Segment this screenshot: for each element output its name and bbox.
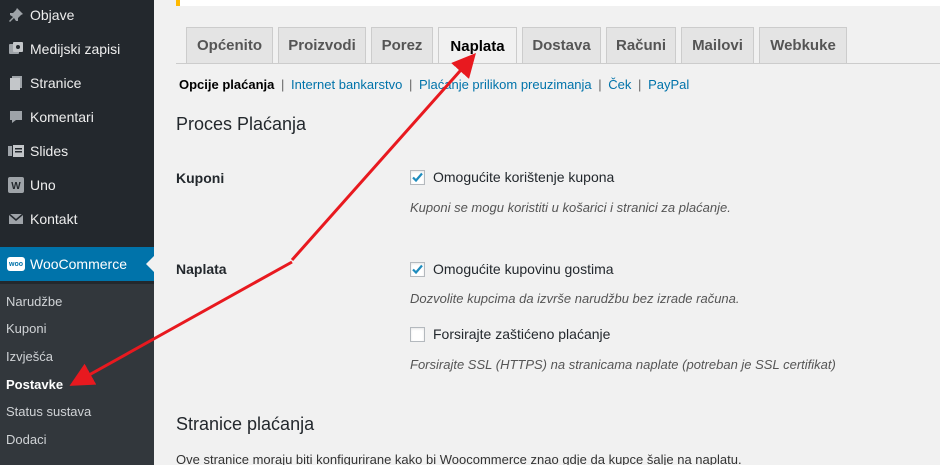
woocommerce-icon: woo [0, 257, 30, 271]
submenu-item-status-sustava[interactable]: Status sustava [6, 404, 91, 419]
tab-porez[interactable]: Porez [371, 27, 433, 63]
submenu-item-postavke[interactable]: Postavke [6, 377, 63, 392]
menu-item-stranice[interactable]: Stranice [0, 66, 154, 100]
media-icon [0, 41, 30, 57]
tab-mailovi[interactable]: Mailovi [681, 27, 754, 63]
svg-text:W: W [11, 181, 21, 192]
menu-item-uno[interactable]: W Uno [0, 168, 154, 202]
pages-icon [0, 75, 30, 91]
option-enable-coupons: Omogućite korištenje kupona [410, 169, 614, 185]
menu-item-medijski-zapisi[interactable]: Medijski zapisi [0, 32, 154, 66]
checkbox-guest-checkout[interactable] [410, 261, 425, 277]
option-label: Forsirajte zaštićeno plaćanje [433, 326, 611, 342]
description-coupons: Kuponi se mogu koristiti u košarici i st… [410, 200, 731, 215]
subsection-internet-bankarstvo[interactable]: Internet bankarstvo [291, 77, 402, 92]
option-label: Omogućite kupovinu gostima [433, 261, 614, 277]
separator: | [281, 77, 285, 92]
subsection-opcije-placanja[interactable]: Opcije plaćanja [179, 77, 274, 92]
slides-icon [0, 143, 30, 159]
separator: | [638, 77, 642, 92]
option-force-ssl: Forsirajte zaštićeno plaćanje [410, 326, 610, 342]
menu-item-komentari[interactable]: Komentari [0, 100, 154, 134]
pin-icon [0, 7, 30, 23]
field-label-kuponi: Kuponi [176, 170, 225, 186]
field-label-naplata: Naplata [176, 261, 227, 277]
submenu-item-narudzbe[interactable]: Narudžbe [6, 294, 62, 309]
menu-item-woocommerce[interactable]: woo WooCommerce [0, 247, 155, 281]
tab-dostava[interactable]: Dostava [522, 27, 601, 63]
notice-edge [176, 0, 940, 6]
current-menu-arrow [146, 255, 155, 273]
option-label: Omogućite korištenje kupona [433, 169, 615, 185]
comment-icon [0, 109, 30, 125]
separator: | [598, 77, 602, 92]
tab-opcenito[interactable]: Općenito [186, 27, 273, 63]
submenu-item-dodaci[interactable]: Dodaci [6, 432, 46, 447]
admin-sidebar: Objave Medijski zapisi Stranice Komentar… [0, 0, 155, 465]
envelope-icon [0, 211, 30, 227]
description-force-ssl: Forsirajte SSL (HTTPS) na stranicama nap… [410, 357, 836, 372]
subsection-nav: Opcije plaćanja | Internet bankarstvo | … [179, 77, 689, 92]
submenu-item-kuponi[interactable]: Kuponi [6, 321, 46, 336]
woocommerce-submenu: Narudžbe Kuponi Izvješća Postavke Status… [0, 284, 154, 465]
description-guest-checkout: Dozvolite kupcima da izvrše narudžbu bez… [410, 291, 740, 306]
option-guest-checkout: Omogućite kupovinu gostima [410, 261, 614, 277]
pages-intro-text: Ove stranice moraju biti konfigurirane k… [176, 452, 742, 465]
menu-item-kontakt[interactable]: Kontakt [0, 202, 154, 236]
w-icon: W [0, 177, 30, 193]
tab-webkuke[interactable]: Webkuke [759, 27, 847, 63]
section-title-stranice-placanja: Stranice plaćanja [176, 414, 315, 434]
tabs-divider [176, 63, 940, 64]
subsection-placanje-prilikom-preuzimanja[interactable]: Plaćanje prilikom preuzimanja [419, 77, 592, 92]
checkbox-force-ssl[interactable] [410, 326, 425, 342]
subsection-paypal[interactable]: PayPal [648, 77, 689, 92]
checkbox-enable-coupons[interactable] [410, 169, 425, 185]
section-title-proces-placanja: Proces Plaćanja [176, 114, 307, 134]
tab-proizvodi[interactable]: Proizvodi [278, 27, 366, 63]
tab-naplata[interactable]: Naplata [438, 27, 517, 64]
separator: | [408, 77, 413, 92]
submenu-item-izvjesca[interactable]: Izvješća [6, 349, 53, 364]
subsection-cek[interactable]: Ček [608, 77, 631, 92]
checkmark-icon [412, 264, 423, 274]
menu-item-slides[interactable]: Slides [0, 134, 154, 168]
menu-item-objave[interactable]: Objave [0, 0, 154, 32]
checkmark-icon [412, 172, 423, 182]
tab-racuni[interactable]: Računi [606, 27, 676, 63]
